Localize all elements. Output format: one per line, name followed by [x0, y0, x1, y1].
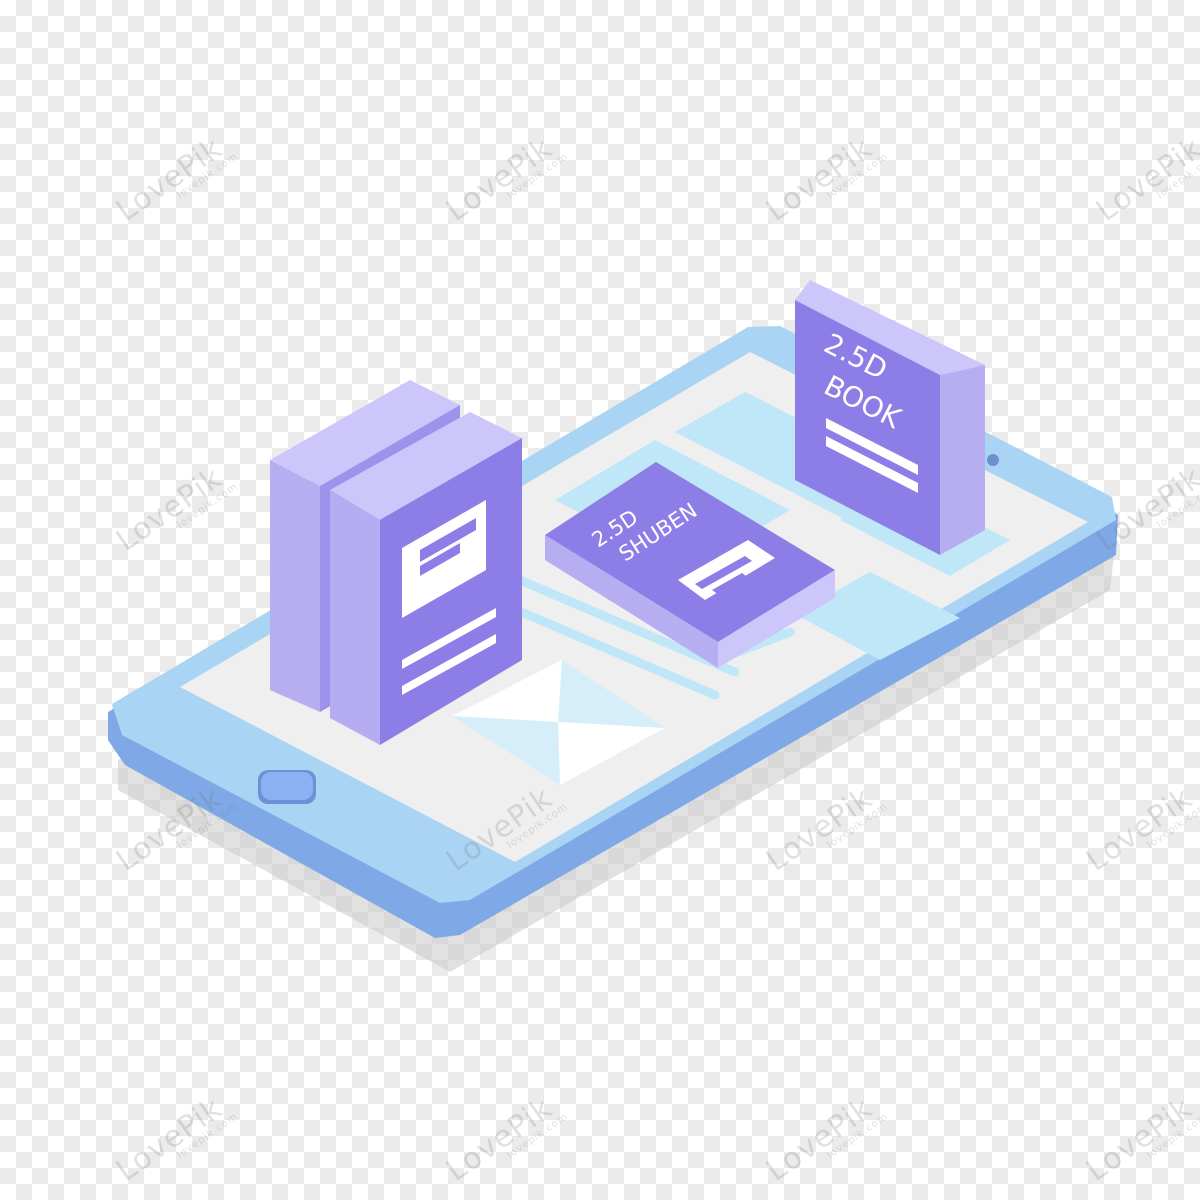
home-button[interactable]: [258, 770, 316, 804]
camera-dot: [987, 454, 999, 466]
tablet-books-illustration: 2.5D SHUBEN 2.5D BOOK: [108, 280, 1118, 972]
